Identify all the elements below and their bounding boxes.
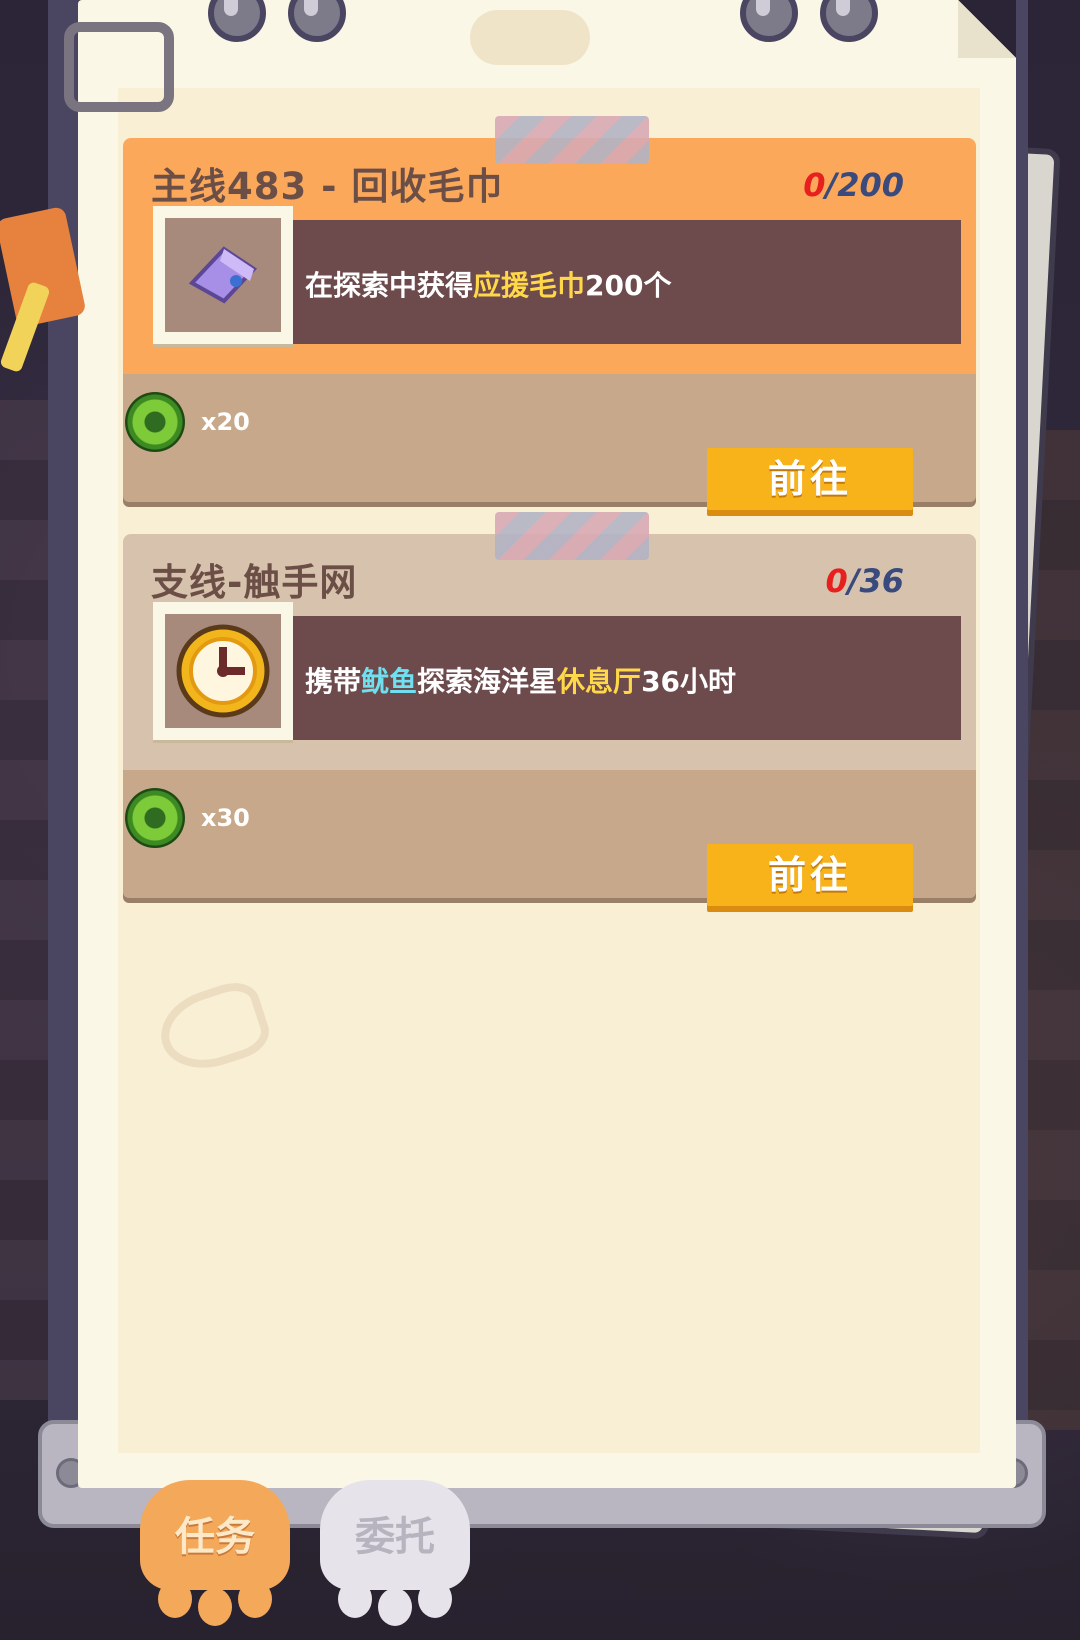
task-description: 在探索中获得应援毛巾200个	[305, 264, 671, 304]
task-title: 主线483 - 回收毛巾	[151, 165, 504, 208]
clock-icon	[165, 614, 281, 728]
task-card-header: 主线483 - 回收毛巾 0/200 在探索中获得应援毛巾200个	[123, 116, 976, 374]
desc-text-part: 在探索中获得	[305, 269, 474, 302]
task-item-frame	[153, 602, 293, 740]
towel-icon	[165, 218, 281, 332]
paw-toe-decor	[338, 1580, 372, 1618]
task-card-main: 主线483 - 回收毛巾 0/200 在探索中获得应援毛巾200个 x20 前往	[123, 116, 976, 510]
task-card-header: 支线-触手网 0/36 携带鱿鱼探索海洋星休息厅36小时	[123, 512, 976, 770]
green-coin-icon	[125, 392, 185, 452]
desc-text-part: 携带	[305, 665, 362, 698]
desc-highlight-item: 应援毛巾	[473, 269, 586, 302]
task-title: 支线-触手网	[151, 561, 358, 604]
green-coin-icon	[125, 788, 185, 848]
task-description: 携带鱿鱼探索海洋星休息厅36小时	[305, 660, 736, 700]
task-card-side: 支线-触手网 0/36 携带鱿鱼探索海洋星休息厅36小时 x30 前往	[123, 512, 976, 906]
desc-text-part: 200个	[585, 269, 672, 302]
reward-count: x30	[201, 804, 250, 832]
paw-toe-decor	[198, 1588, 232, 1626]
paw-toe-decor	[238, 1580, 272, 1618]
tab-label: 委托	[355, 1514, 435, 1560]
paw-toe-decor	[418, 1580, 452, 1618]
task-reward-bar: x20 前往	[123, 374, 976, 510]
paw-toe-decor	[158, 1580, 192, 1618]
paper-clip-icon	[64, 22, 174, 112]
desc-text-part: 36小时	[641, 665, 737, 698]
task-progress: 0/36	[826, 562, 904, 600]
tape-decor	[495, 116, 649, 164]
tab-tasks[interactable]: 任务	[140, 1480, 290, 1630]
go-button[interactable]: 前往	[707, 844, 913, 906]
go-button[interactable]: 前往	[707, 448, 913, 510]
desc-highlight-place: 休息厅	[557, 665, 642, 698]
progress-total: /36	[847, 562, 904, 600]
progress-current: 0	[825, 562, 848, 600]
task-reward-bar: x30 前往	[123, 770, 976, 906]
page-curl-decor	[958, 0, 1016, 58]
task-item-frame	[153, 206, 293, 344]
paper-stain-decor	[470, 10, 590, 65]
paw-toe-decor	[378, 1588, 412, 1626]
tab-commissions[interactable]: 委托	[320, 1480, 470, 1630]
reward-count: x20	[201, 408, 250, 436]
task-progress: 0/200	[803, 166, 904, 204]
progress-total: /200	[825, 166, 904, 204]
tab-label: 任务	[175, 1514, 255, 1560]
desc-text-part: 探索海洋星	[417, 665, 558, 698]
tape-decor	[495, 512, 649, 560]
progress-current: 0	[803, 166, 826, 204]
desc-highlight-pet: 鱿鱼	[361, 665, 418, 698]
